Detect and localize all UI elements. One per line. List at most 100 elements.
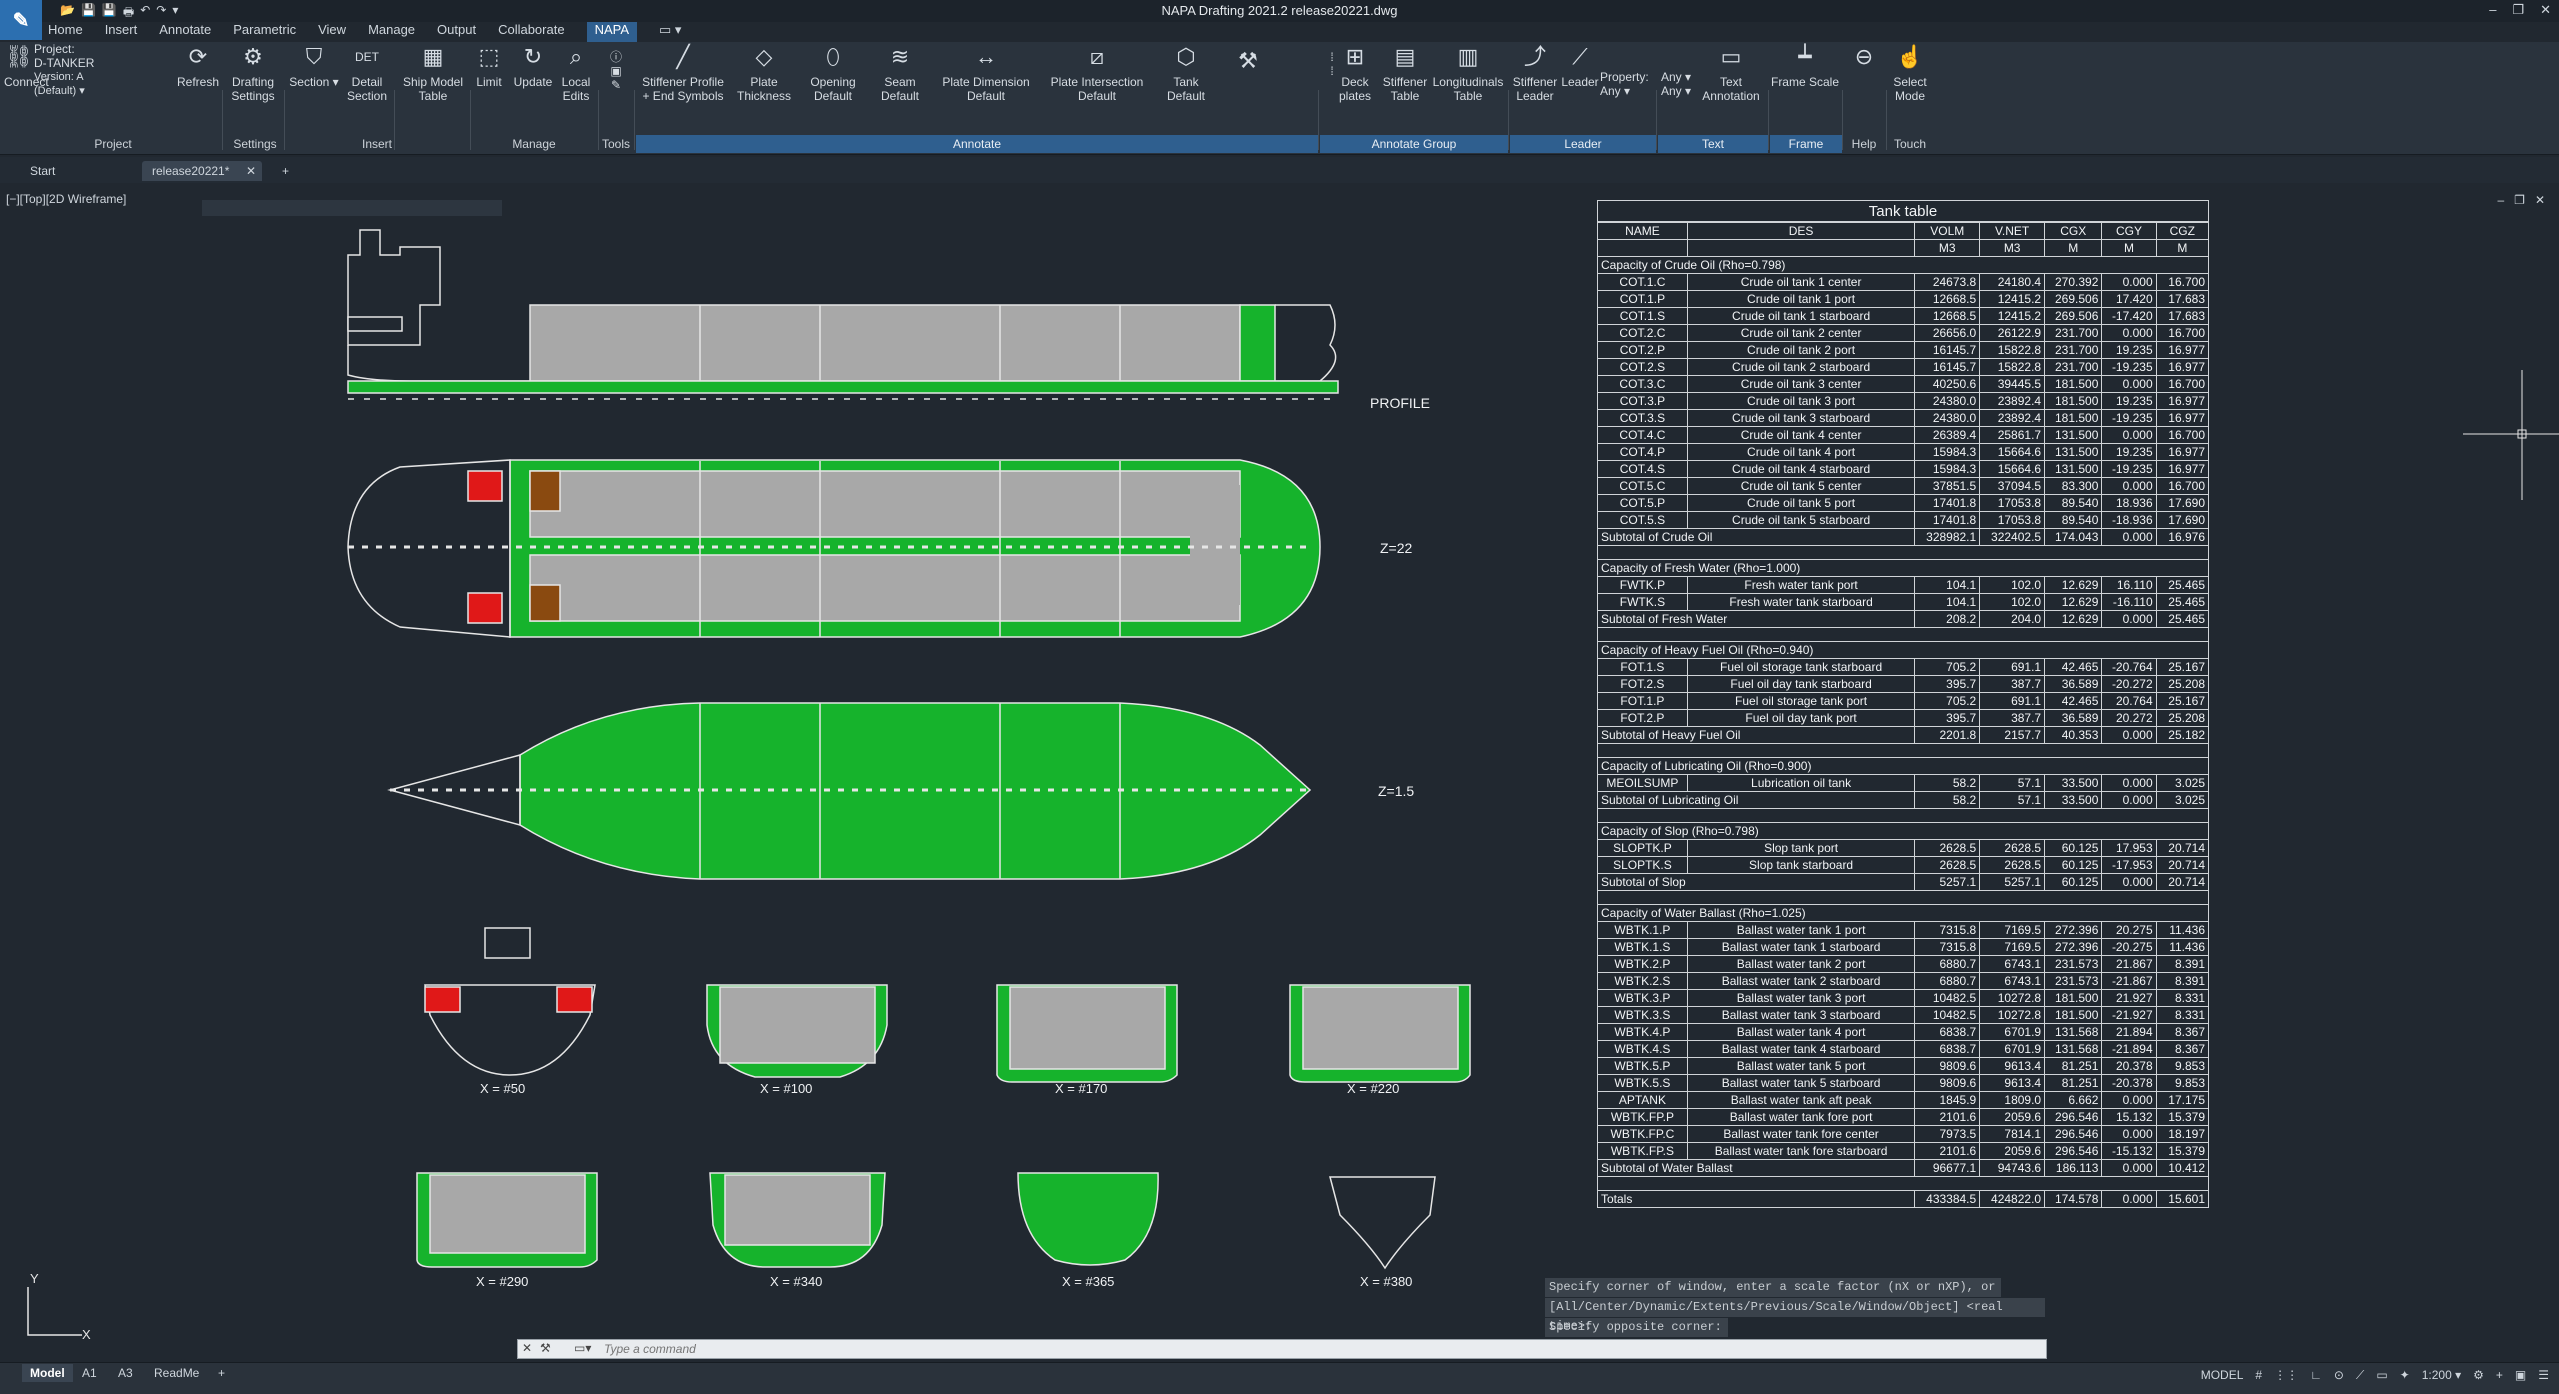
section-50[interactable] — [424, 927, 596, 1076]
deck-plates-button[interactable]: ⊞ Deck plates — [1332, 42, 1378, 103]
table-cell: FOT.2.P — [1597, 709, 1688, 727]
minimize-icon[interactable]: – — [2489, 2, 2496, 18]
annotation-icon[interactable]: ✦ — [2400, 1368, 2410, 1383]
plus-icon[interactable]: + — [2496, 1368, 2503, 1383]
ortho-icon[interactable]: ∟ — [2310, 1368, 2322, 1383]
section-170[interactable] — [996, 984, 1178, 1083]
layout-tab-readme[interactable]: ReadMe — [146, 1364, 207, 1382]
table-cell: WBTK.3.P — [1597, 989, 1688, 1007]
section-290[interactable] — [416, 1172, 598, 1268]
tank-table[interactable]: Tank table NAME DES VOLM V.NET CGX CGY CGZ M3 M3… — [1596, 200, 2210, 1208]
plan-z22-view[interactable] — [347, 459, 1321, 638]
tank-default-button[interactable]: ⬡ Tank Default — [1158, 42, 1214, 103]
view-toolbar[interactable] — [202, 200, 502, 216]
viewport-label[interactable]: [−][Top][2D Wireframe] — [6, 192, 126, 206]
tab-view[interactable]: View — [318, 22, 346, 42]
connect-button[interactable]: ⛓ Connect — [4, 42, 49, 89]
ship-model-table-button[interactable]: ▦ Ship Model Table — [398, 42, 468, 103]
select-mode-button[interactable]: ☝ Select Mode — [1888, 42, 1932, 103]
section-220[interactable] — [1289, 984, 1471, 1083]
command-input[interactable] — [604, 1341, 2004, 1357]
model-space-button[interactable]: MODEL — [2201, 1368, 2244, 1383]
osnap-icon[interactable]: ▭ — [2376, 1368, 2387, 1383]
table-row: WBTK.FP.S Ballast water tank fore starboa… — [1597, 1142, 2210, 1160]
table-cell: 131.568 — [2044, 1023, 2103, 1041]
close-tab-icon[interactable]: ✕ — [246, 164, 256, 178]
section-365[interactable] — [1017, 1172, 1159, 1266]
text-any-dropdown[interactable]: Any ▾ Any ▾ — [1656, 70, 1696, 98]
tab-collaborate[interactable]: Collaborate — [498, 22, 565, 42]
table-cell: Ballast water tank fore center — [1686, 1125, 1916, 1143]
opening-default-button[interactable]: ⬯ Opening Default — [802, 42, 864, 103]
viewport-restore-icon[interactable]: ❐ — [2514, 193, 2525, 207]
tab-parametric[interactable]: Parametric — [233, 22, 296, 42]
drafting-settings-button[interactable]: ⚙ Drafting Settings — [226, 42, 280, 103]
viewport-close-icon[interactable]: ✕ — [2535, 193, 2545, 207]
table-cell: 12415.2 — [1979, 290, 2046, 308]
table-cell: 231.700 — [2044, 324, 2103, 342]
table-cell: 25.465 — [2155, 593, 2210, 611]
plate-thickness-button[interactable]: ◇ Plate Thickness — [732, 42, 796, 103]
polar-icon[interactable]: ⊙ — [2334, 1368, 2344, 1383]
detail-section-button[interactable]: DET Detail Section — [342, 42, 392, 103]
longitudinals-table-button[interactable]: ▥ Longitudinals Table — [1430, 42, 1506, 103]
section-340[interactable] — [709, 1172, 886, 1268]
table-cell: 18.197 — [2155, 1125, 2210, 1143]
tab-release20221[interactable]: release20221* ✕ — [142, 161, 262, 181]
customize-menu-icon[interactable]: ☰ — [2538, 1368, 2549, 1383]
help-button[interactable]: ⊖ — [1844, 42, 1884, 75]
section-label-170: X = #170 — [1055, 1081, 1107, 1096]
isodraft-icon[interactable]: ⟋ — [2356, 1368, 2364, 1383]
workspace-dropdown[interactable]: ▭ ▾ — [659, 22, 681, 42]
snap-icon[interactable]: ⋮⋮ — [2274, 1368, 2298, 1383]
isolate-icon[interactable]: ▣ — [2515, 1368, 2526, 1383]
tab-annotate[interactable]: Annotate — [159, 22, 211, 42]
layout-tab-model[interactable]: Model — [22, 1364, 73, 1382]
stiffener-leader-button[interactable]: ⤴ Stiffener Leader — [1512, 42, 1558, 103]
tab-manage[interactable]: Manage — [368, 22, 415, 42]
tab-napa[interactable]: NAPA — [586, 22, 638, 42]
stiffener-profile-button[interactable]: ╱ Stiffener Profile + End Symbols — [640, 42, 726, 103]
close-icon[interactable]: ✕ — [2540, 2, 2551, 18]
local-edits-button[interactable]: ⌕ Local Edits — [558, 42, 594, 103]
leader-button[interactable]: ⟋ Leader — [1560, 42, 1600, 89]
profile-view[interactable] — [347, 229, 1339, 400]
tab-insert[interactable]: Insert — [105, 22, 138, 42]
stiffener-table-button[interactable]: ▤ Stiffener Table — [1380, 42, 1430, 103]
new-tab-icon[interactable]: + — [272, 161, 299, 181]
tools-icons[interactable]: ⓘ ▣ ✎ — [604, 50, 628, 92]
command-bar[interactable]: ✕ ⚒ ▭▾ — [517, 1339, 2047, 1359]
version-dropdown[interactable]: Version: A (Default) ▾ — [34, 70, 114, 98]
settings-icon[interactable]: ⚙ — [2473, 1368, 2484, 1383]
refresh-button[interactable]: ⟳ Refresh — [176, 42, 220, 89]
text-annotation-button[interactable]: ▭ Text Annotation — [1696, 42, 1766, 103]
seam-default-button[interactable]: ≋ Seam Default — [868, 42, 932, 103]
section-100[interactable] — [706, 984, 888, 1078]
update-button[interactable]: ↻ Update — [508, 42, 558, 89]
restore-icon[interactable]: ❐ — [2512, 2, 2524, 18]
tab-output[interactable]: Output — [437, 22, 476, 42]
add-layout-button[interactable]: + — [210, 1364, 233, 1382]
tab-home[interactable]: Home — [48, 22, 83, 42]
section-button[interactable]: ⛉ Section ▾ — [288, 42, 340, 89]
limit-button[interactable]: ⬚ Limit — [472, 42, 506, 89]
plate-intersection-button[interactable]: ⧄ Plate Intersection Default — [1046, 42, 1148, 103]
column-header: NAME — [1597, 222, 1688, 240]
annotate-tools-button[interactable]: ⚒ — [1228, 46, 1268, 79]
viewport-minimize-icon[interactable]: – — [2497, 193, 2504, 207]
scale-dropdown[interactable]: 1:200 ▾ — [2422, 1368, 2461, 1383]
grid-icon[interactable]: # — [2255, 1368, 2262, 1383]
layout-tab-a3[interactable]: A3 — [110, 1364, 141, 1382]
table-cell: Crude oil tank 4 center — [1686, 426, 1916, 444]
tab-start[interactable]: Start — [20, 161, 65, 181]
command-customize-icon[interactable]: ⚒ — [540, 1341, 551, 1355]
table-row: COT.5.S Crude oil tank 5 starboard 17401.8… — [1597, 511, 2210, 529]
plan-z15-view[interactable] — [387, 702, 1312, 880]
frame-scale-button[interactable]: ┷ Frame Scale — [1770, 42, 1840, 89]
command-close-icon[interactable]: ✕ — [522, 1341, 532, 1355]
plate-dimension-button[interactable]: ↔ Plate Dimension Default — [938, 42, 1034, 103]
section-380[interactable] — [1329, 1176, 1436, 1270]
layout-tab-a1[interactable]: A1 — [74, 1364, 105, 1382]
property-dropdown[interactable]: Property: Any ▾ — [1600, 70, 1650, 98]
command-prompt-icon[interactable]: ▭▾ — [574, 1341, 591, 1355]
